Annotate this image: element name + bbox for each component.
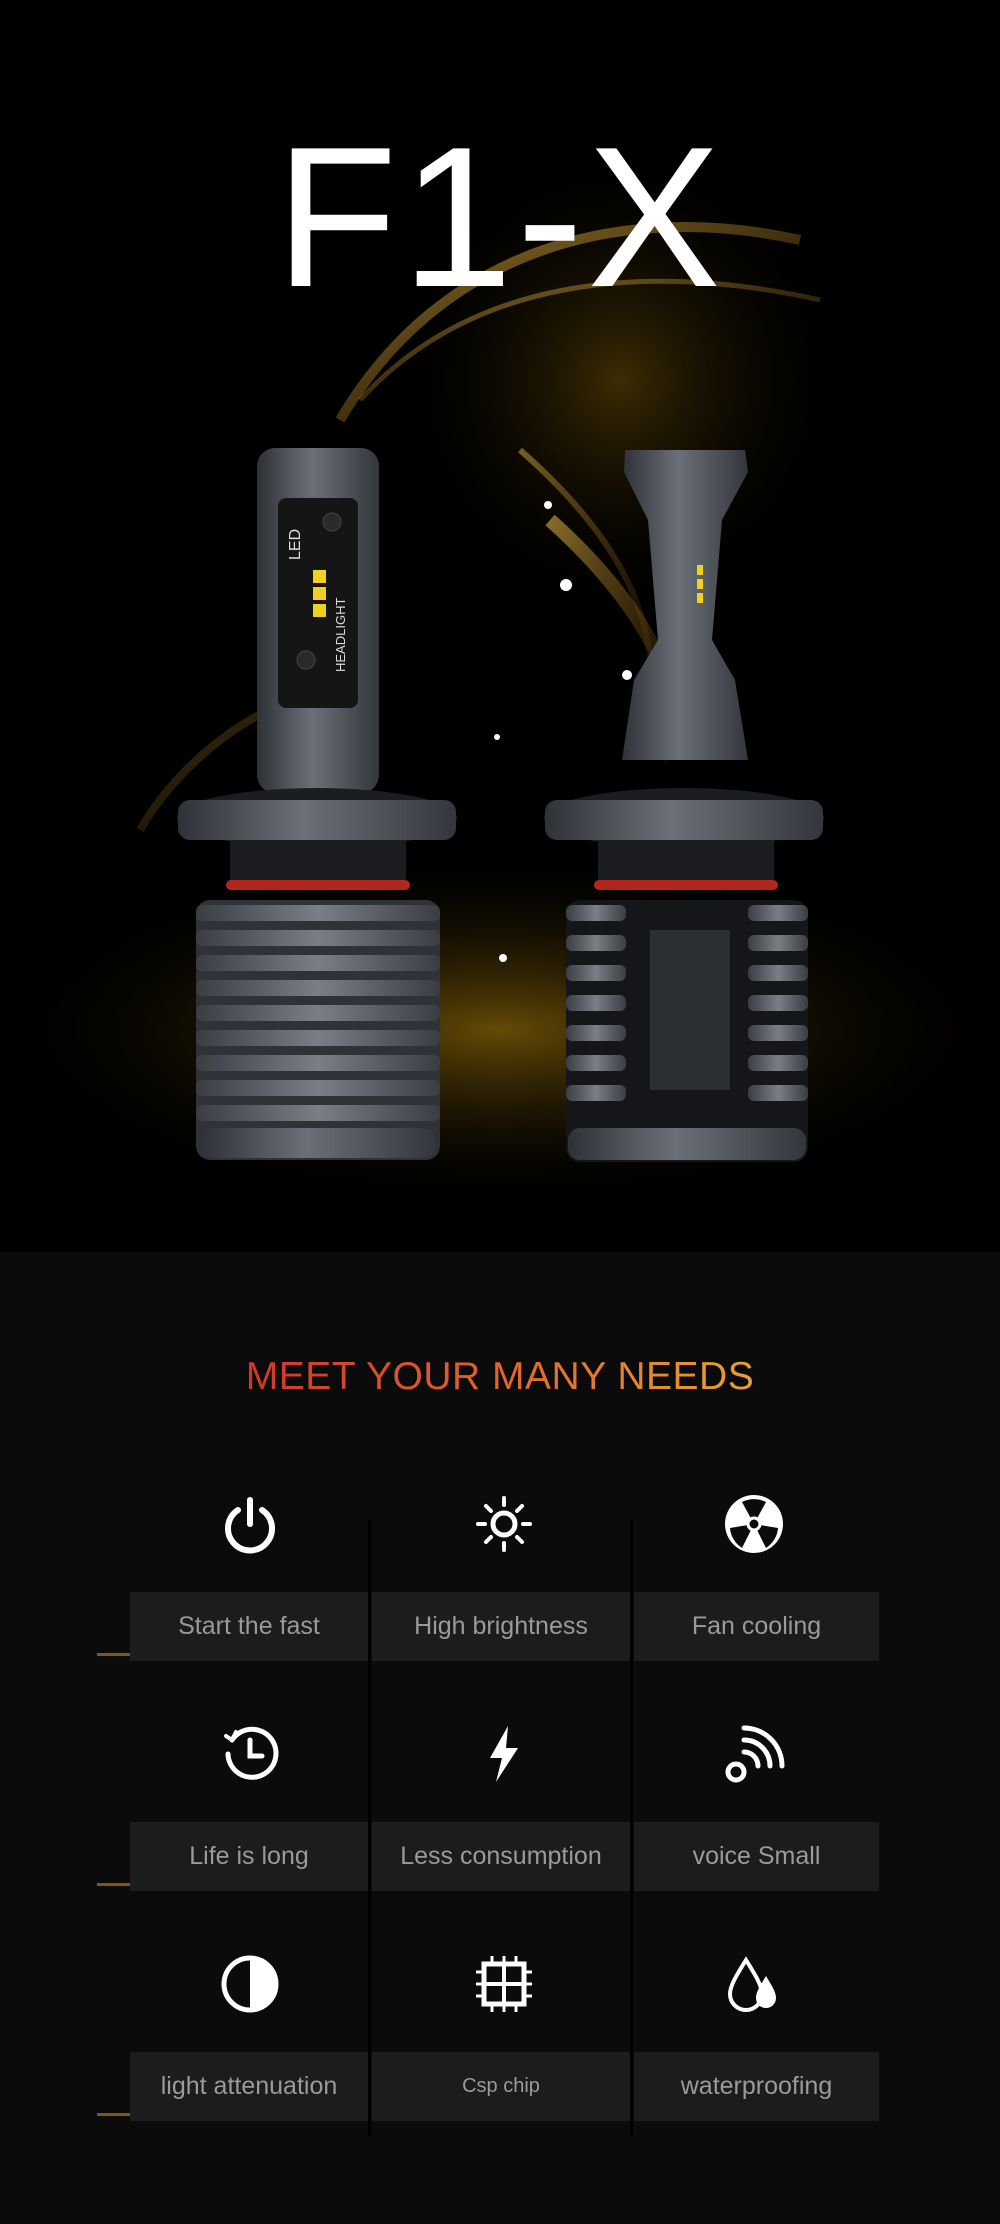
hero-banner: F1-X LED HEADLIGHT [0,0,1000,1252]
feature-label: Fan cooling [634,1592,879,1661]
feature-label: voice Small [634,1822,879,1891]
feature-label: Less consumption [372,1822,630,1891]
left-bulb: LED HEADLIGHT [177,448,457,1160]
led-print: LED [287,529,304,560]
features-section: MEET YOUR MANY NEEDS Start the fast High… [0,1252,1000,2224]
lightning-icon [472,1722,536,1786]
clock-icon [218,1722,282,1786]
row-accent-line [97,1883,130,1886]
column-divider [630,1520,633,2136]
fan-icon [722,1492,786,1556]
contrast-icon [218,1952,282,2016]
sun-icon [472,1492,536,1556]
feature-label: Start the fast [130,1592,368,1661]
feature-label: light attenuation [130,2052,368,2121]
column-divider [368,1520,371,2136]
feature-label: Life is long [130,1822,368,1891]
water-drops-icon [722,1952,786,2016]
features-title: MEET YOUR MANY NEEDS [245,1355,755,1398]
right-bulb [544,450,824,1162]
row-accent-line [97,1653,130,1656]
feature-label: Csp chip [372,2052,630,2121]
row-accent-line [97,2113,130,2116]
headlight-print: HEADLIGHT [333,598,348,672]
feature-label: High brightness [372,1592,630,1661]
feature-label: waterproofing [634,2052,879,2121]
led-bulbs-image: LED HEADLIGHT [177,448,824,1162]
chip-icon [472,1952,536,2016]
signal-icon [722,1722,786,1786]
power-icon [218,1492,282,1556]
